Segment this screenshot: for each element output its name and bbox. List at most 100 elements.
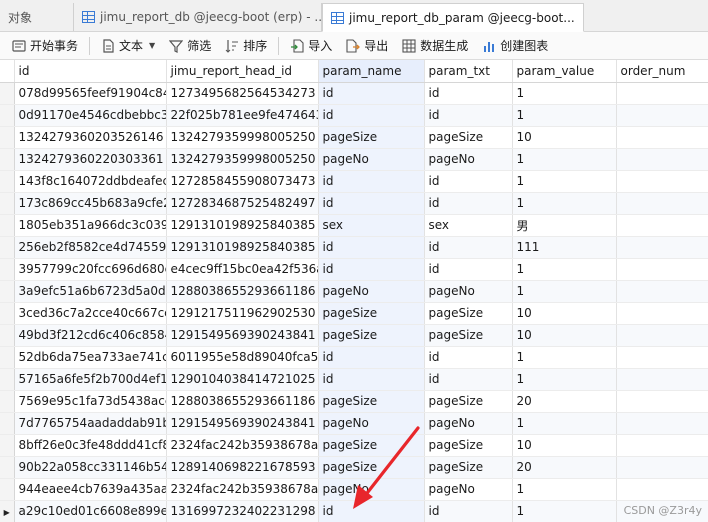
cell-id[interactable]: 3ced36c7a2cce40c667cc4 (14, 302, 167, 325)
cell-param-txt[interactable]: pageNo (424, 478, 513, 501)
cell-param-txt[interactable]: id (424, 104, 513, 127)
cell-param-value[interactable]: 1 (512, 368, 617, 391)
cell-jimu-report-head-id[interactable]: 1272834687525482497 (166, 192, 319, 215)
row-selector[interactable] (0, 478, 15, 501)
cell-jimu-report-head-id[interactable]: 1291549569390243841 (166, 412, 319, 435)
cell-param-value[interactable]: 1 (512, 412, 617, 435)
row-selector[interactable] (0, 258, 15, 281)
cell-param-name[interactable]: id (318, 236, 425, 259)
row-selector[interactable] (0, 192, 15, 215)
cell-param-txt[interactable]: pageNo (424, 412, 513, 435)
cell-param-txt[interactable]: pageSize (424, 434, 513, 457)
table-row[interactable]: ▶ a29c10ed01c6608e899e1 131699723240223129… (0, 500, 708, 522)
tab-jimu-report-db-param[interactable]: jimu_report_db_param @jeecg-boot... (322, 3, 584, 32)
cell-param-name[interactable]: id (318, 192, 425, 215)
table-row[interactable]: 1324279360203526146 1324279359998005250 pa… (0, 126, 708, 149)
cell-param-name[interactable]: id (318, 104, 425, 127)
cell-param-txt[interactable]: pageSize (424, 324, 513, 347)
column-header-param-value[interactable]: param_value (512, 60, 617, 83)
cell-param-value[interactable]: 20 (512, 456, 617, 479)
cell-order-num[interactable]: 2 (616, 324, 708, 347)
cell-jimu-report-head-id[interactable]: 1289140698221678593 (166, 456, 319, 479)
cell-jimu-report-head-id[interactable]: 22f025b781ee9fe4746438 (166, 104, 319, 127)
cell-id[interactable]: 256eb2f8582ce4d74559b (14, 236, 167, 259)
cell-param-txt[interactable]: pageNo (424, 280, 513, 303)
table-row[interactable]: 90b22a058cc331146b548 1289140698221678593… (0, 456, 708, 479)
cell-param-value[interactable]: 10 (512, 434, 617, 457)
cell-param-txt[interactable]: pageSize (424, 456, 513, 479)
cell-id[interactable]: 8bff26e0c3fe48ddd41cf8 (14, 434, 167, 457)
cell-jimu-report-head-id[interactable]: 1273495682564534273 (166, 82, 319, 105)
table-row[interactable]: 0d91170e4546cdbebbc3e 22f025b781ee9fe4746… (0, 104, 708, 127)
cell-id[interactable]: 173c869cc45b683a9cfe25 (14, 192, 167, 215)
row-selector[interactable] (0, 324, 15, 347)
cell-jimu-report-head-id[interactable]: 1291217511962902530 (166, 302, 319, 325)
cell-param-txt[interactable]: id (424, 170, 513, 193)
table-row[interactable]: 173c869cc45b683a9cfe25 127283468752548249… (0, 192, 708, 215)
cell-order-num[interactable]: 1 (616, 478, 708, 501)
cell-param-txt[interactable]: id (424, 500, 513, 522)
tab-objects[interactable]: 对象 (0, 3, 74, 31)
cell-param-name[interactable]: id (318, 500, 425, 522)
column-header-param-name[interactable]: param_name (318, 60, 425, 83)
cell-param-name[interactable]: pageSize (318, 324, 425, 347)
cell-jimu-report-head-id[interactable]: 1288038655293661186 (166, 390, 319, 413)
text-view-button[interactable]: 文本 ▼ (95, 35, 161, 57)
row-selector[interactable] (0, 368, 15, 391)
cell-id[interactable]: 0d91170e4546cdbebbc3e (14, 104, 167, 127)
cell-order-num[interactable]: 1 (616, 192, 708, 215)
row-selector[interactable] (0, 280, 15, 303)
cell-param-value[interactable]: 1 (512, 82, 617, 105)
row-selector[interactable] (0, 148, 15, 171)
cell-param-txt[interactable]: id (424, 192, 513, 215)
cell-param-txt[interactable]: id (424, 258, 513, 281)
cell-jimu-report-head-id[interactable]: 1272858455908073473 (166, 170, 319, 193)
cell-order-num[interactable]: 1 (616, 258, 708, 281)
cell-param-name[interactable]: pageSize (318, 434, 425, 457)
table-row[interactable]: 3957799c20fcc696d680cc e4cec9ff15bc0ea42f… (0, 258, 708, 281)
cell-param-txt[interactable]: id (424, 368, 513, 391)
cell-id[interactable]: 3957799c20fcc696d680cc (14, 258, 167, 281)
column-header-param-txt[interactable]: param_txt (424, 60, 513, 83)
table-row[interactable]: 7d7765754aadaddab91bf 1291549569390243841… (0, 412, 708, 435)
cell-param-value[interactable]: 男 (512, 214, 617, 237)
cell-param-value[interactable]: 111 (512, 236, 617, 259)
cell-id[interactable]: 143f8c164072ddbdeafec5 (14, 170, 167, 193)
row-selector[interactable] (0, 126, 15, 149)
cell-id[interactable]: 078d99565feef91904c84b (14, 82, 167, 105)
cell-id[interactable]: 57165a6fe5f2b700d4ef19 (14, 368, 167, 391)
cell-jimu-report-head-id[interactable]: 1291310198925840385 (166, 236, 319, 259)
cell-id[interactable]: 1324279360203526146 (14, 126, 167, 149)
row-selector[interactable] (0, 302, 15, 325)
cell-jimu-report-head-id[interactable]: 6011955e58d89040fca52e (166, 346, 319, 369)
cell-param-txt[interactable]: pageSize (424, 126, 513, 149)
cell-param-name[interactable]: id (318, 82, 425, 105)
cell-id[interactable]: 3a9efc51a6b6723d5a0dd (14, 280, 167, 303)
cell-param-value[interactable]: 20 (512, 390, 617, 413)
cell-jimu-report-head-id[interactable]: 2324fac242b35938678a05 (166, 434, 319, 457)
cell-param-value[interactable]: 1 (512, 192, 617, 215)
cell-param-name[interactable]: pageNo (318, 412, 425, 435)
cell-param-name[interactable]: id (318, 346, 425, 369)
row-selector[interactable]: ▶ (0, 500, 15, 522)
table-row[interactable]: 1324279360220303361 1324279359998005250 pa… (0, 148, 708, 171)
cell-jimu-report-head-id[interactable]: 1288038655293661186 (166, 280, 319, 303)
cell-id[interactable]: 90b22a058cc331146b548 (14, 456, 167, 479)
cell-param-txt[interactable]: pageSize (424, 390, 513, 413)
cell-param-txt[interactable]: id (424, 236, 513, 259)
tab-jimu-report-db[interactable]: jimu_report_db @jeecg-boot (erp) - ... (74, 3, 322, 31)
cell-id[interactable]: 49bd3f212cd6c406c8584e (14, 324, 167, 347)
cell-param-value[interactable]: 1 (512, 500, 617, 522)
cell-param-value[interactable]: 1 (512, 280, 617, 303)
cell-param-value[interactable]: 1 (512, 104, 617, 127)
cell-jimu-report-head-id[interactable]: 2324fac242b35938678a05 (166, 478, 319, 501)
row-selector[interactable] (0, 104, 15, 127)
generate-data-button[interactable]: 数据生成 (396, 35, 474, 57)
column-header-id[interactable]: id (14, 60, 167, 83)
table-row[interactable]: 8bff26e0c3fe48ddd41cf8 2324fac242b3593867… (0, 434, 708, 457)
column-header-order-num[interactable]: order_num (616, 60, 708, 83)
cell-param-value[interactable]: 1 (512, 478, 617, 501)
cell-param-value[interactable]: 1 (512, 258, 617, 281)
cell-param-name[interactable]: pageSize (318, 390, 425, 413)
cell-param-value[interactable]: 1 (512, 170, 617, 193)
